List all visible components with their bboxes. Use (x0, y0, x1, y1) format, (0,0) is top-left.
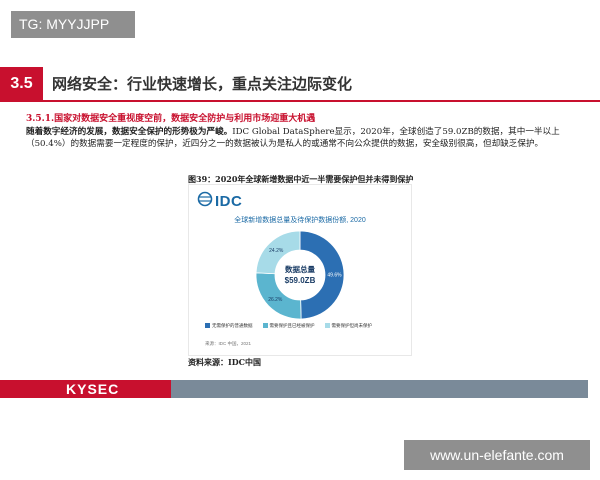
legend-item: 无需保护的普通数据 (205, 323, 253, 329)
donut-chart: 数据总量 $59.0ZB 49.6% 26.2% 24.2% (255, 230, 345, 320)
site-watermark: www.un-elefante.com (404, 440, 590, 470)
donut-center-label: 数据总量 (285, 264, 315, 274)
legend-swatch (262, 323, 268, 328)
chart-legend: 无需保护的普通数据 需要保护且已经被保护 需要保护但尚未保护 (205, 323, 405, 329)
section-number: 3.5 (0, 67, 43, 101)
telegram-watermark: TG: MYYJJPP (11, 11, 135, 38)
idc-logo: IDC (197, 191, 242, 211)
kysec-logo: KYSEC (66, 381, 120, 397)
donut-slice-label: 24.2% (269, 248, 284, 254)
idc-figure: IDC 全球新增数据总量及待保护数据份额, 2020 数据总量 $59.0ZB … (188, 184, 412, 356)
donut-slice-label: 26.2% (268, 297, 283, 303)
section-header: 3.5 网络安全：行业快速增长，重点关注边际变化 (0, 67, 600, 101)
subsection-title: 3.5.1.国家对数据安全重视度空前，数据安全防护与利用市场迎重大机遇 (26, 114, 316, 124)
source-note: 资料来源：IDC中国 (188, 357, 262, 367)
figure-source: 来源：IDC 中国，2021 (205, 341, 252, 346)
legend-item: 需要保护且已经被保护 (262, 323, 315, 329)
legend-swatch (324, 323, 330, 328)
legend-swatch (205, 323, 210, 328)
paragraph-lead: 随着数字经济的发展，数据安全保护的形势极为严峻。 (26, 127, 233, 137)
chart-title: 全球新增数据总量及待保护数据份额, 2020 (234, 217, 366, 224)
idc-brand: IDC (215, 193, 243, 210)
body-paragraph: 随着数字经济的发展，数据安全保护的形势极为严峻。IDC Global DataS… (26, 126, 574, 151)
donut-slice-label: 49.6% (327, 273, 342, 279)
idc-globe-icon (197, 191, 213, 207)
legend-label: 需要保护且已经被保护 (269, 323, 315, 328)
footer-gray-bar (171, 380, 588, 398)
section-title: 网络安全：行业快速增长，重点关注边际变化 (52, 75, 353, 93)
legend-label: 无需保护的普通数据 (212, 323, 253, 328)
donut-center-value: $59.0ZB (285, 276, 316, 285)
header-divider (0, 100, 600, 102)
legend-item: 需要保护但尚未保护 (324, 323, 373, 329)
legend-label: 需要保护但尚未保护 (331, 323, 373, 328)
